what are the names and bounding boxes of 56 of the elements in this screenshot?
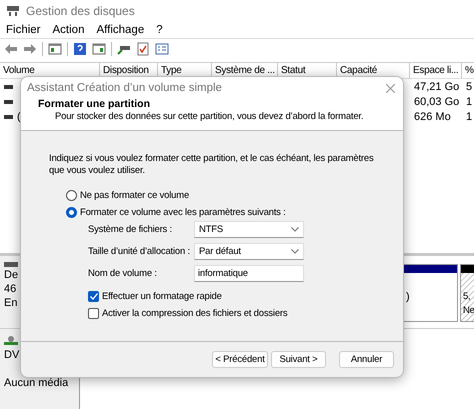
- table-cell: 1: [466, 110, 472, 123]
- radio-label[interactable]: Formater ce volume avec les paramètres suivants :: [80, 207, 286, 218]
- input-field[interactable]: informatique: [194, 265, 304, 282]
- table-cell: (: [17, 110, 21, 123]
- close-icon[interactable]: [386, 84, 395, 92]
- disk-label: En: [4, 297, 18, 310]
- table-cell: 5: [466, 80, 472, 93]
- partition-label: Ne: [463, 305, 474, 318]
- disk-status: Aucun média: [4, 377, 70, 390]
- checkbox[interactable]: [88, 308, 99, 319]
- table-cell: 626 Mo: [414, 110, 451, 123]
- console-tree-icon[interactable]: [48, 42, 62, 56]
- partition-label: ): [406, 291, 411, 304]
- radio-label[interactable]: Ne pas formater ce volume: [80, 190, 190, 201]
- checkbox-label[interactable]: Effectuer un formatage rapide: [102, 291, 222, 302]
- menu-item[interactable]: Action: [52, 24, 84, 36]
- dialog-button[interactable]: Annuler: [339, 351, 394, 368]
- partition-label: 5,: [463, 291, 472, 304]
- disk-label: 46: [4, 283, 18, 296]
- table-cell: 47,21 Go: [414, 80, 460, 93]
- menu-item[interactable]: Affichage: [96, 24, 144, 36]
- chevron-icon: [291, 227, 299, 232]
- checkbox-label[interactable]: Activer la compression des fichiers et dossiers: [102, 308, 288, 319]
- forward-icon[interactable]: [23, 42, 37, 56]
- column-header[interactable]: %: [462, 63, 474, 80]
- table-cell: 60,03 Go: [414, 96, 460, 108]
- menu-item[interactable]: ?: [156, 24, 163, 36]
- radio-button[interactable]: [66, 207, 77, 218]
- field-label: Taille d’unité d’allocation :: [88, 246, 191, 257]
- checklist-icon[interactable]: [136, 42, 150, 56]
- chevron-icon: [291, 249, 299, 254]
- dialog-subheading: Pour stocker des données sur cette partition, vous devez d’abord la formater.: [55, 111, 364, 122]
- dialog-button[interactable]: < Précédent: [212, 351, 268, 368]
- dialog-title: Assistant Création d’un volume simple: [27, 82, 222, 94]
- disk-label: De: [4, 269, 20, 282]
- optical-drive-icon: [4, 335, 18, 346]
- menu-item[interactable]: Fichier: [6, 24, 41, 36]
- radio-button[interactable]: [66, 190, 77, 201]
- field-label: Système de fichiers :: [88, 224, 173, 235]
- field-label: Nom de volume :: [88, 268, 158, 279]
- column-header[interactable]: Espace li...: [410, 63, 462, 80]
- dropdown-field[interactable]: Par défaut: [194, 243, 304, 260]
- disk-label: DV: [4, 349, 20, 362]
- window-title: Gestion des disques: [26, 4, 135, 18]
- instructions-text: Indiquez si vous voulez formater cette partition, et le cas échéant, les paramètres que vous voulez utiliser.: [49, 153, 375, 177]
- action-pane-icon[interactable]: [92, 42, 106, 56]
- properties-icon[interactable]: [155, 42, 169, 56]
- dropdown-field[interactable]: NTFS: [194, 221, 304, 238]
- dialog-button[interactable]: Suivant >: [271, 351, 326, 368]
- dialog-heading: Formater une partition: [38, 98, 152, 110]
- table-cell: 1: [466, 96, 472, 108]
- checkbox[interactable]: [88, 291, 99, 302]
- help-icon[interactable]: [73, 42, 87, 56]
- back-icon[interactable]: [4, 42, 18, 56]
- partition-block[interactable]: 5, Ne: [460, 264, 474, 322]
- disk-management-icon: [6, 4, 20, 17]
